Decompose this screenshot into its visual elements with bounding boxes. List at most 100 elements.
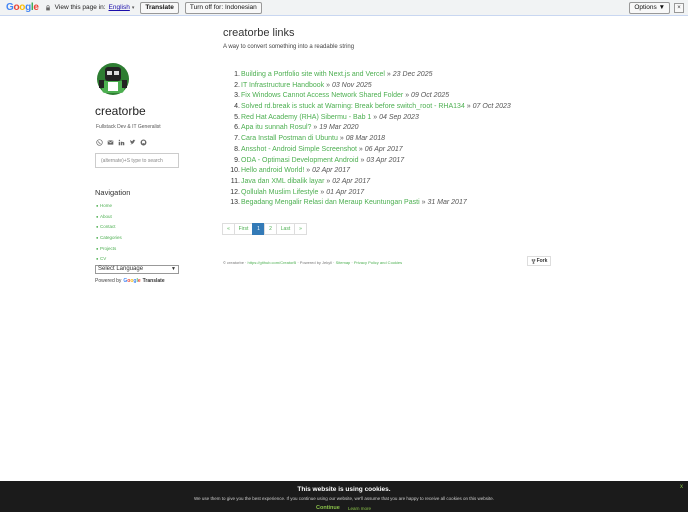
list-number: 10. bbox=[230, 167, 240, 175]
chevron-down-icon: ▼ bbox=[171, 266, 176, 272]
nav-item-projects[interactable]: ● Projects bbox=[96, 243, 122, 254]
lock-icon bbox=[45, 4, 50, 10]
nav-item-about[interactable]: ● About bbox=[96, 211, 122, 222]
list-item: 4.Solved rd.break is stuck at Warning: B… bbox=[223, 102, 511, 113]
post-date: 02 Apr 2017 bbox=[332, 177, 371, 185]
translate-bar: Google View this page in: English ▾ Tran… bbox=[0, 0, 688, 16]
list-number: 7. bbox=[234, 135, 240, 143]
list-number: 6. bbox=[234, 124, 240, 132]
post-link[interactable]: Begadang Mengalir Relasi dan Meraup Keun… bbox=[241, 199, 420, 206]
twitter-icon[interactable] bbox=[129, 139, 136, 146]
separator: » bbox=[313, 124, 318, 132]
post-link[interactable]: Ansshot - Android Simple Screenshot bbox=[241, 146, 357, 153]
nav-item-cv[interactable]: ● CV bbox=[96, 253, 122, 264]
cookie-close-icon[interactable]: x bbox=[680, 484, 683, 490]
post-date: 06 Apr 2017 bbox=[364, 145, 403, 153]
post-date: 08 Mar 2018 bbox=[345, 135, 386, 143]
cookie-banner: This website is using cookies. We use th… bbox=[0, 481, 688, 512]
footer-copyright: © creatorbe · bbox=[223, 260, 247, 265]
cookie-title: This website is using cookies. bbox=[297, 486, 391, 493]
separator: » bbox=[326, 81, 330, 89]
separator: » bbox=[466, 103, 471, 111]
list-number: 5. bbox=[234, 113, 240, 121]
separator: » bbox=[386, 71, 391, 78]
separator: » bbox=[358, 145, 363, 153]
page-subtitle: A way to convert something into a readab… bbox=[223, 44, 355, 50]
nav-title: Navigation bbox=[95, 188, 131, 197]
language-selector[interactable]: English bbox=[109, 4, 130, 11]
list-item: 3.Fix Windows Cannot Access Network Shar… bbox=[223, 91, 511, 102]
list-item: 13.Begadang Mengalir Relasi dan Meraup K… bbox=[223, 198, 511, 209]
cookie-continue-button[interactable]: Continue bbox=[316, 505, 340, 511]
nav-item-contact[interactable]: ● Contact bbox=[96, 221, 122, 232]
post-date: 03 Nov 2025 bbox=[331, 81, 372, 89]
post-date: 03 Apr 2017 bbox=[366, 156, 405, 164]
post-date: 07 Oct 2023 bbox=[472, 103, 511, 111]
footer-github-link[interactable]: https://github.com/CreatorB bbox=[248, 260, 297, 265]
list-item: 8.Ansshot - Android Simple Screenshot » … bbox=[223, 145, 511, 156]
footer-privacy-link[interactable]: Privacy Policy and Cookies bbox=[354, 260, 402, 265]
post-link[interactable]: ODA - Optimasi Development Android bbox=[241, 157, 359, 164]
close-icon[interactable]: × bbox=[674, 2, 684, 13]
list-item: 11.Java dan XML dibalik layar » 02 Apr 2… bbox=[223, 177, 511, 188]
page-title: creatorbe links bbox=[223, 27, 295, 39]
post-link[interactable]: Fix Windows Cannot Access Network Shared… bbox=[241, 92, 403, 99]
post-link[interactable]: Hello android World! bbox=[241, 167, 304, 174]
list-number: 11. bbox=[230, 177, 240, 185]
social-links bbox=[96, 139, 147, 146]
list-number: 9. bbox=[234, 156, 240, 164]
view-page-label: View this page in: bbox=[54, 4, 106, 11]
email-icon[interactable] bbox=[107, 139, 114, 146]
list-number: 3. bbox=[234, 92, 240, 100]
turn-off-button[interactable]: Turn off for: Indonesian bbox=[184, 1, 262, 14]
post-link[interactable]: Java dan XML dibalik layar bbox=[241, 178, 324, 185]
translate-link[interactable]: Translate bbox=[143, 278, 165, 284]
post-link[interactable]: Cara Install Postman di Ubuntu bbox=[241, 135, 338, 142]
pager-next[interactable]: » bbox=[294, 223, 307, 235]
post-link[interactable]: Red Hat Academy (RHA) Sibermu - Bab 1 bbox=[241, 114, 371, 121]
pagination: « First 1 2 Last » bbox=[222, 223, 307, 235]
post-link[interactable]: Apa itu sunnah Rosul? bbox=[241, 124, 311, 131]
linkedin-icon[interactable] bbox=[118, 139, 125, 146]
separator: » bbox=[320, 188, 325, 196]
list-item: 12.Qollulah Muslim Lifestyle » 01 Apr 20… bbox=[223, 188, 511, 199]
list-item: 9.ODA - Optimasi Development Android » 0… bbox=[223, 156, 511, 167]
list-number: 13. bbox=[230, 199, 240, 207]
chevron-down-icon[interactable]: ▾ bbox=[132, 5, 135, 11]
footer-sitemap-link[interactable]: Sitemap bbox=[336, 260, 351, 265]
post-link[interactable]: Solved rd.break is stuck at Warning: Bre… bbox=[241, 103, 465, 110]
list-number: 4. bbox=[234, 103, 240, 111]
post-date: 04 Sep 2023 bbox=[379, 113, 419, 121]
post-link[interactable]: Building a Portfolio site with Next.js a… bbox=[241, 71, 385, 78]
site-tagline: Fullstack Dev & IT Generalist bbox=[96, 124, 161, 130]
list-item: 10.Hello android World! » 02 Apr 2017 bbox=[223, 166, 511, 177]
language-select[interactable]: Select Language ▼ bbox=[95, 265, 179, 274]
separator: » bbox=[326, 177, 331, 185]
pager-first[interactable]: First bbox=[234, 223, 253, 235]
pager-last[interactable]: Last bbox=[276, 223, 295, 235]
post-link[interactable]: IT Infrastructure Handbook bbox=[241, 82, 324, 89]
footer-powered: · Powered by Jekyll · bbox=[297, 260, 335, 265]
fork-label: Fork bbox=[536, 258, 548, 264]
post-date: 02 Apr 2017 bbox=[312, 167, 350, 175]
separator: » bbox=[421, 199, 426, 207]
options-button[interactable]: Options ▼ bbox=[629, 1, 670, 14]
powered-by-google: Powered by Google Translate bbox=[95, 278, 165, 284]
fork-icon bbox=[531, 258, 535, 264]
translate-button[interactable]: Translate bbox=[140, 1, 179, 14]
github-icon[interactable] bbox=[140, 139, 147, 146]
post-link[interactable]: Qollulah Muslim Lifestyle bbox=[241, 189, 318, 196]
cookie-learn-more-link[interactable]: Learn more bbox=[348, 506, 371, 511]
nav-item-home[interactable]: ● Home bbox=[96, 200, 122, 211]
post-date: 23 Dec 2025 bbox=[392, 71, 433, 78]
list-number: 1. bbox=[234, 71, 240, 78]
search-input[interactable]: (alternate)+S type to search bbox=[95, 153, 179, 168]
nav-item-categories[interactable]: ● Categories bbox=[96, 232, 122, 243]
nav-list: ● Home ● About ● Contact ● Categories ● Proje… bbox=[96, 200, 122, 264]
fork-button[interactable]: Fork bbox=[527, 256, 551, 266]
separator: » bbox=[405, 92, 410, 100]
whatsapp-icon[interactable] bbox=[96, 139, 103, 146]
site-name[interactable]: creatorbe bbox=[95, 104, 146, 118]
list-number: 2. bbox=[234, 81, 240, 89]
post-date: 01 Apr 2017 bbox=[326, 188, 365, 196]
